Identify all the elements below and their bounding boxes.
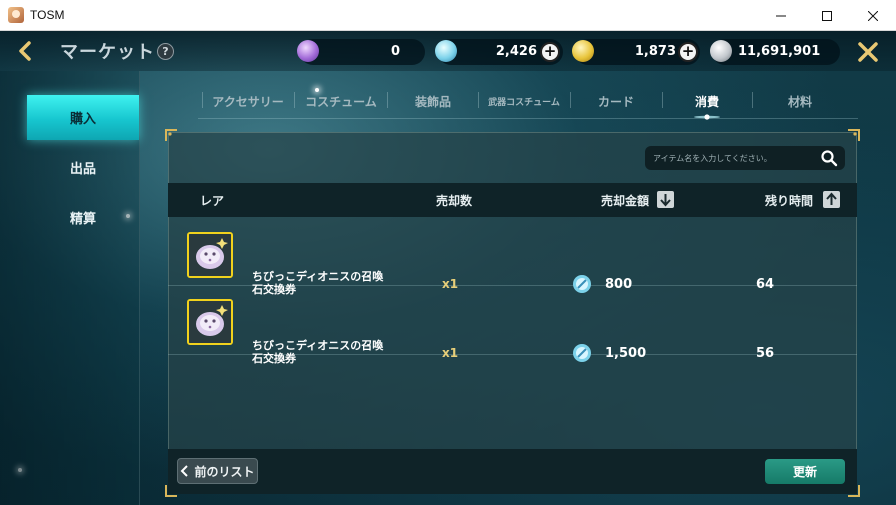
window-title: TOSM (30, 8, 65, 22)
sidebar-item-buy[interactable]: 購入 (27, 95, 139, 140)
previous-list-button[interactable]: 前のリスト (177, 458, 258, 484)
add-coin-button[interactable]: + (678, 42, 698, 62)
minimize-button[interactable] (758, 0, 804, 31)
item-quantity: x1 (442, 346, 459, 360)
search-input[interactable] (653, 150, 813, 166)
header-rarity[interactable]: レア (200, 192, 224, 209)
chevron-left-icon (181, 465, 189, 477)
purple-crystal-icon (297, 40, 319, 62)
currency-value: 1,873 (634, 44, 676, 59)
tab-card[interactable]: カード (576, 91, 656, 111)
search-icon[interactable] (820, 149, 838, 167)
item-name-line: ちびっこディオニスの召喚 (252, 339, 384, 352)
blue-gem-icon (435, 40, 457, 62)
tab-ornament[interactable]: 装飾品 (395, 91, 471, 111)
page-title: マーケット (60, 42, 155, 63)
header-quantity[interactable]: 売却数 (436, 192, 472, 209)
blue-gem-icon (573, 344, 591, 362)
tab-separator (570, 92, 571, 108)
item-icon (187, 299, 233, 345)
tab-separator (202, 92, 203, 108)
tab-separator (752, 92, 753, 108)
item-name-line: ちびっこディオニスの召喚 (252, 270, 384, 283)
minimize-icon (776, 15, 786, 16)
tab-underline (198, 118, 858, 119)
item-name-line: 石交換券 (252, 352, 296, 365)
item-name: ちびっこディオニスの召喚 石交換券 (252, 339, 407, 365)
sidebar-item-settlement[interactable]: 精算 (27, 195, 139, 240)
gold-coin-icon (572, 40, 594, 62)
tab-accessory[interactable]: アクセサリー (206, 91, 290, 111)
header-price[interactable]: 売却金額 (601, 192, 649, 209)
panel-footer (168, 449, 857, 494)
back-arrow-icon[interactable] (14, 39, 38, 63)
item-time-left: 56 (756, 346, 775, 361)
item-price: 1,500 (605, 346, 647, 361)
currency-value: 0 (390, 44, 400, 59)
silver-coin-icon (710, 40, 732, 62)
sort-descending-icon[interactable] (657, 191, 674, 208)
maximize-button[interactable] (804, 0, 850, 31)
tab-separator (478, 92, 479, 108)
close-icon[interactable] (856, 40, 880, 64)
currency-value: 11,691,901 (738, 44, 821, 59)
help-icon[interactable]: ? (157, 43, 174, 60)
summon-ticket-icon (189, 301, 231, 343)
window-close-button[interactable] (850, 0, 896, 31)
tab-weapon-costume[interactable]: 武器コスチューム (481, 91, 567, 111)
sort-ascending-icon[interactable] (823, 191, 840, 208)
tab-material[interactable]: 材料 (760, 91, 840, 111)
window-titlebar: TOSM (0, 0, 896, 31)
corner-ornament (165, 129, 177, 141)
market-screen: マーケット ? 0 2,426 + 1,873 + 11,691,901 購入 … (0, 31, 896, 505)
tab-consumable[interactable]: 消費 (667, 91, 747, 111)
header-time-left[interactable]: 残り時間 (765, 192, 813, 209)
app-icon (8, 7, 24, 23)
previous-list-label: 前のリスト (194, 464, 255, 479)
close-icon (868, 10, 878, 21)
tab-separator (387, 92, 388, 108)
sidebar-item-sell[interactable]: 出品 (27, 145, 139, 190)
corner-ornament (848, 129, 860, 141)
add-gem-button[interactable]: + (540, 42, 560, 62)
table-header (168, 183, 857, 217)
active-tab-indicator (694, 114, 720, 120)
item-icon (187, 232, 233, 278)
currency-value: 2,426 (495, 44, 537, 59)
tab-costume[interactable]: コスチューム (298, 91, 384, 111)
tab-separator (662, 92, 663, 108)
refresh-button[interactable]: 更新 (765, 459, 845, 484)
search-box (645, 146, 845, 170)
summon-ticket-icon (189, 234, 231, 276)
tab-separator (294, 92, 295, 108)
maximize-icon (822, 10, 832, 21)
